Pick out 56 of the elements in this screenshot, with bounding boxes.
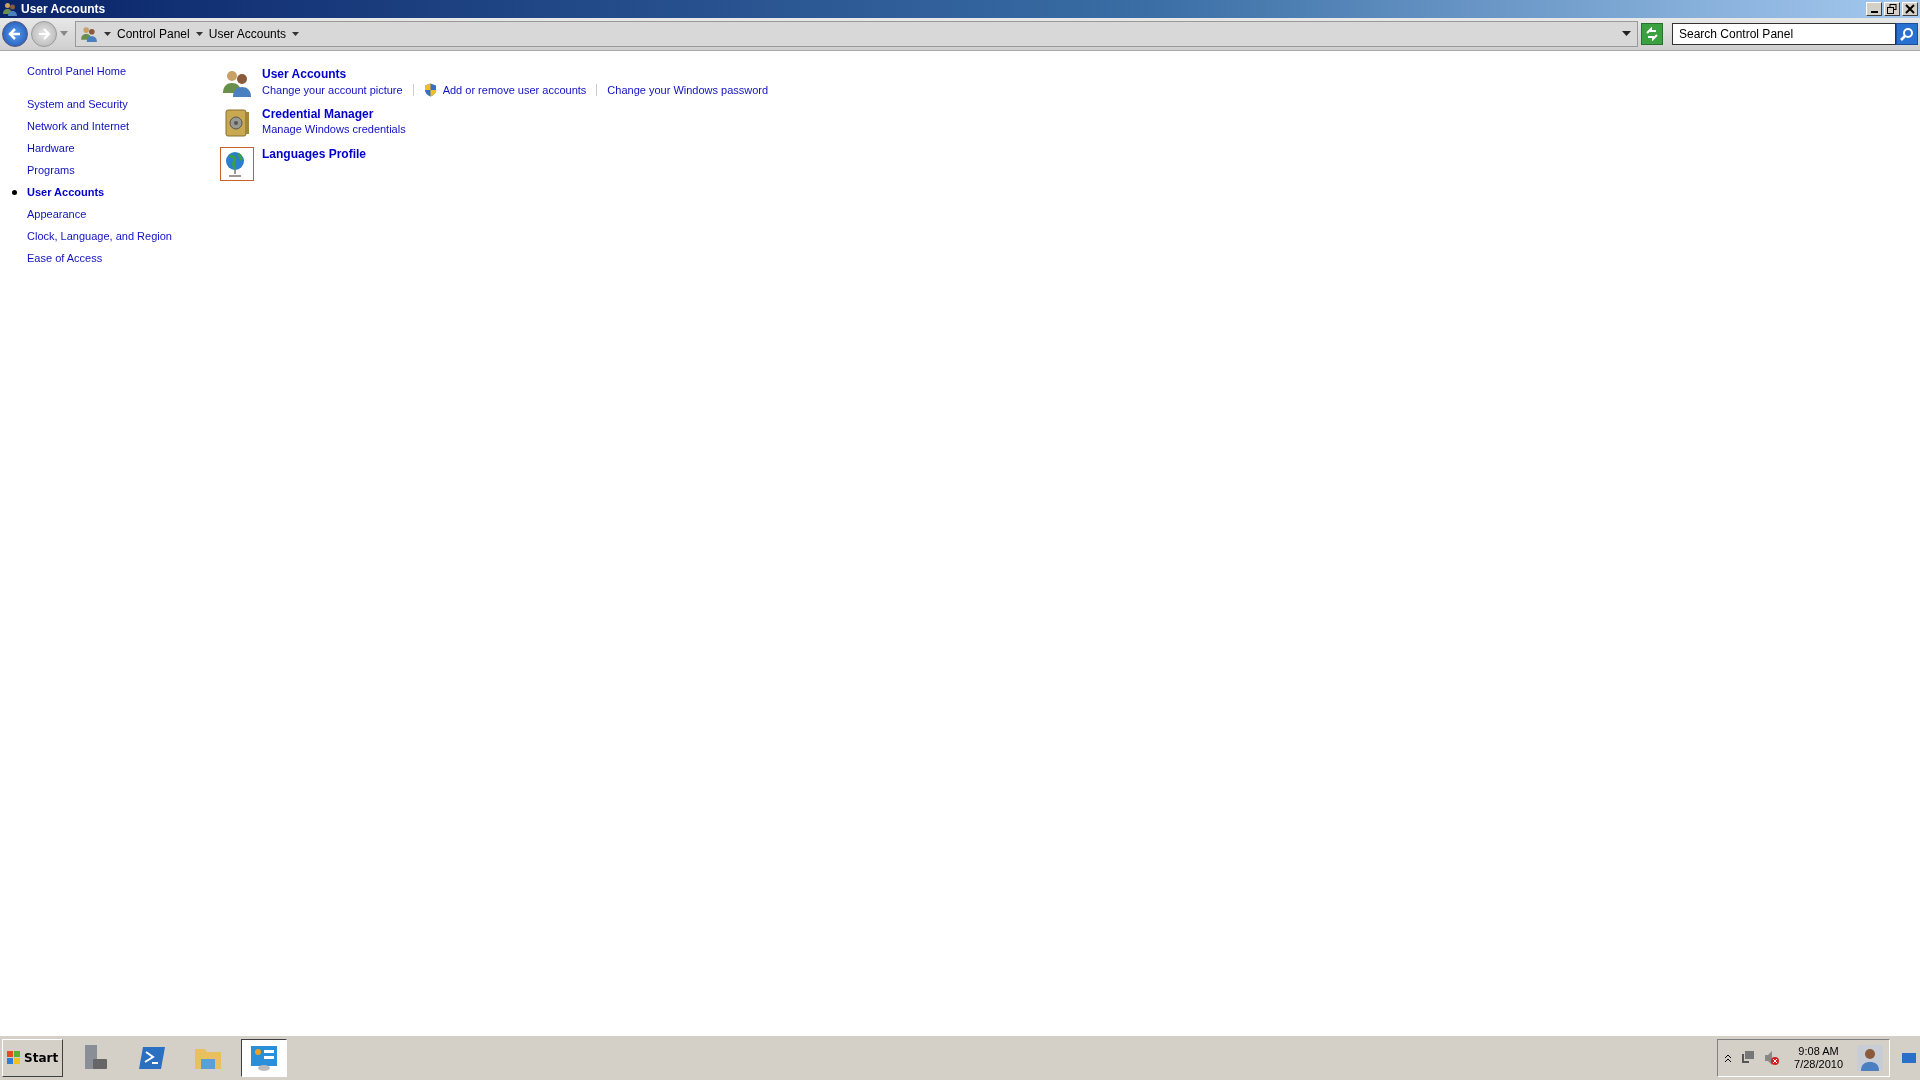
breadcrumb[interactable]: User Accounts [208,27,287,41]
sidebar-item[interactable]: User Accounts [27,186,105,198]
search-icon [1900,27,1914,41]
desktop-icon [1902,1053,1916,1063]
start-button[interactable]: Start [2,1039,64,1077]
users-icon [2,1,18,17]
caret-icon[interactable] [104,31,111,37]
sidebar-item[interactable]: System and Security [27,98,128,110]
restore-icon [1887,4,1897,14]
user-icon[interactable] [1857,1045,1883,1071]
windows-logo-icon [7,1051,21,1065]
sidebar-item[interactable]: Clock, Language, and Region [27,230,172,242]
globe-icon [220,147,254,181]
sidebar-item[interactable]: Appearance [27,208,87,220]
caret-icon[interactable] [292,31,300,37]
sidebar-item[interactable]: Ease of Access [27,252,103,264]
minimize-button[interactable] [1866,2,1882,16]
minimize-icon [1870,11,1878,13]
restore-button[interactable] [1884,2,1900,16]
bullet-icon [12,190,17,195]
category-title-link[interactable]: User Accounts [262,67,347,81]
category-title-link[interactable]: Credential Manager [262,107,374,121]
caret-icon[interactable] [195,31,203,37]
forward-button[interactable] [31,21,57,47]
arrow-left-icon [8,27,22,41]
speaker-muted-icon[interactable] [1764,1050,1781,1066]
close-icon [1905,4,1915,14]
users-icon [80,25,98,43]
taskbar-app-button[interactable] [241,1039,288,1077]
control-panel-icon [249,1043,280,1073]
window-title: User Accounts [21,2,106,16]
search-button[interactable] [1896,23,1918,45]
chevron-up-icon[interactable] [1724,1053,1733,1063]
task-link[interactable]: Change your Windows password [607,84,769,96]
history-caret-icon[interactable] [60,31,68,37]
sidebar-item[interactable]: Programs [27,164,75,176]
network-icon[interactable] [1740,1050,1757,1066]
category-title-link[interactable]: Languages Profile [262,147,367,161]
arrow-right-icon [37,27,51,41]
sidebar-item[interactable]: Hardware [27,142,75,154]
refresh-icon [1645,27,1659,41]
refresh-button[interactable] [1641,23,1663,45]
clock-date[interactable]: 7/28/2010 [1794,1058,1843,1071]
address-bar[interactable]: Control Panel User Accounts [75,21,1638,47]
safe-icon [223,107,251,139]
sidebar-link[interactable]: Control Panel Home [27,65,127,77]
search-field[interactable]: Search Control Panel [1672,23,1896,45]
back-button[interactable] [2,21,28,47]
breadcrumb[interactable]: Control Panel [117,27,190,41]
clock-time[interactable]: 9:08 AM [1798,1045,1839,1058]
task-link[interactable]: Manage Windows credentials [262,123,406,135]
dropdown-caret-icon[interactable] [1622,31,1631,37]
task-link[interactable]: Add or remove user accounts [442,84,587,96]
task-link[interactable]: Change your account picture [262,84,403,96]
sidebar-item[interactable]: Network and Internet [27,120,130,132]
close-button[interactable] [1902,2,1918,16]
